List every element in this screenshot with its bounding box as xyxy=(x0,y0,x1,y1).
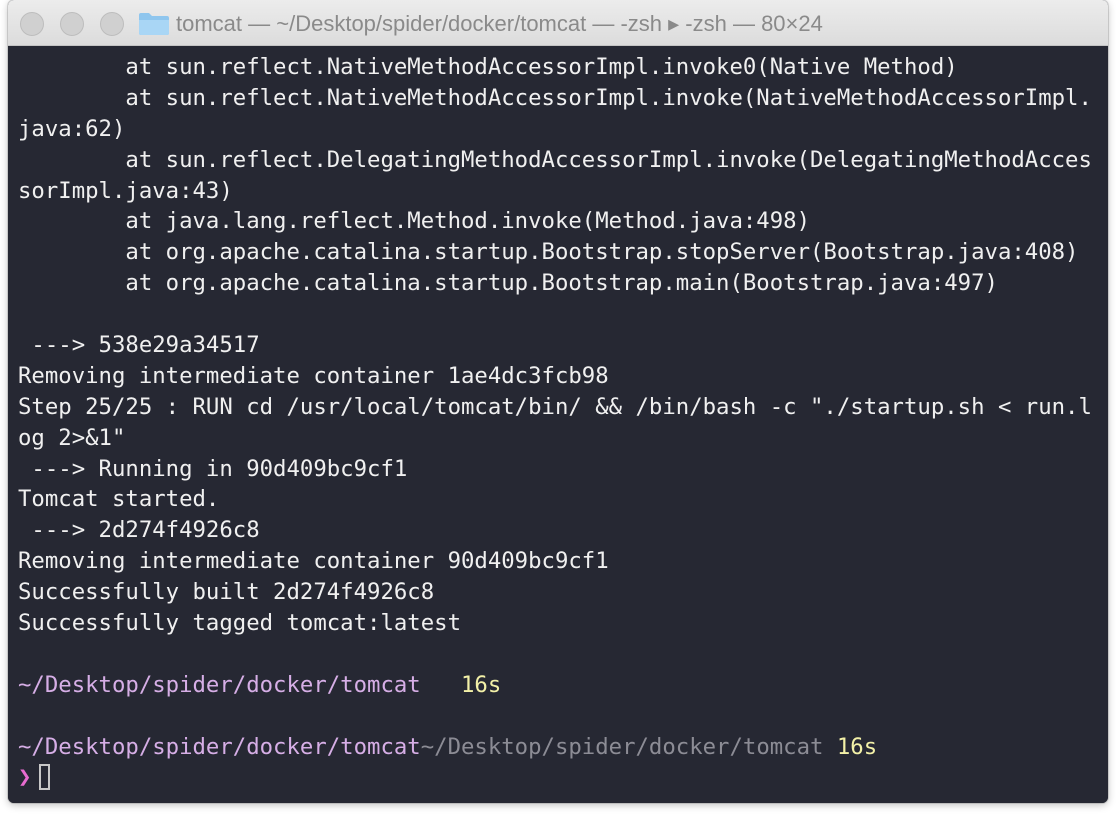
prompt-line-2: ~/Desktop/spider/docker/tomcat~/Desktop/… xyxy=(18,732,1108,763)
output-line: at sun.reflect.NativeMethodAccessorImpl.… xyxy=(18,84,1092,111)
output-line: Removing intermediate container 1ae4dc3f… xyxy=(18,362,609,389)
zoom-window-button[interactable] xyxy=(100,12,124,36)
output-line: at java.lang.reflect.Method.invoke(Metho… xyxy=(18,208,811,235)
text-cursor[interactable] xyxy=(39,764,51,791)
output-line: ---> Running in 90d409bc9cf1 xyxy=(18,455,408,482)
prompt-path-suggestion: ~/Desktop/spider/docker/tomcat xyxy=(420,733,824,760)
output-line: Successfully built 2d274f4926c8 xyxy=(18,579,435,606)
output-line: ---> 538e29a34517 xyxy=(18,332,260,359)
output-line: og 2>&1" xyxy=(18,424,126,451)
output-line: Tomcat started. xyxy=(18,486,220,513)
output-line: at org.apache.catalina.startup.Bootstrap… xyxy=(18,239,1079,266)
output-line: sorImpl.java:43) xyxy=(18,177,233,204)
window-title-area: tomcat — ~/Desktop/spider/docker/tomcat … xyxy=(138,8,823,40)
terminal-output[interactable]: at sun.reflect.NativeMethodAccessorImpl.… xyxy=(8,46,1108,803)
prompt-line-1: ~/Desktop/spider/docker/tomcat 16s xyxy=(18,670,1108,701)
prompt-path: ~/Desktop/spider/docker/tomcat xyxy=(18,733,421,760)
output-line: Removing intermediate container 90d409bc… xyxy=(18,548,609,575)
terminal-window: tomcat — ~/Desktop/spider/docker/tomcat … xyxy=(8,0,1108,803)
input-line[interactable]: ❯ xyxy=(18,762,1108,793)
prompt-duration: 16s xyxy=(461,671,502,698)
output-line: Step 25/25 : RUN cd /usr/local/tomcat/bi… xyxy=(18,393,1092,420)
log-lines: at sun.reflect.NativeMethodAccessorImpl.… xyxy=(18,52,1108,670)
output-line: ---> 2d274f4926c8 xyxy=(18,517,260,544)
prompt-spacer xyxy=(421,672,461,698)
prompt-path: ~/Desktop/spider/docker/tomcat xyxy=(18,671,421,698)
minimize-window-button[interactable] xyxy=(60,12,84,36)
prompt-arrow-icon: ❯ xyxy=(18,764,32,791)
output-line: java:62) xyxy=(18,115,126,142)
folder-icon xyxy=(139,13,169,35)
output-line: Successfully tagged tomcat:latest xyxy=(18,610,461,637)
title-bar[interactable]: tomcat — ~/Desktop/spider/docker/tomcat … xyxy=(8,0,1108,46)
output-line: at org.apache.catalina.startup.Bootstrap… xyxy=(18,270,998,297)
close-window-button[interactable] xyxy=(20,12,44,36)
output-line: at sun.reflect.DelegatingMethodAccessorI… xyxy=(18,146,1092,173)
prompt-duration: 16s xyxy=(836,733,878,760)
window-title: tomcat — ~/Desktop/spider/docker/tomcat … xyxy=(176,11,823,36)
output-line: at sun.reflect.NativeMethodAccessorImpl.… xyxy=(18,54,958,80)
